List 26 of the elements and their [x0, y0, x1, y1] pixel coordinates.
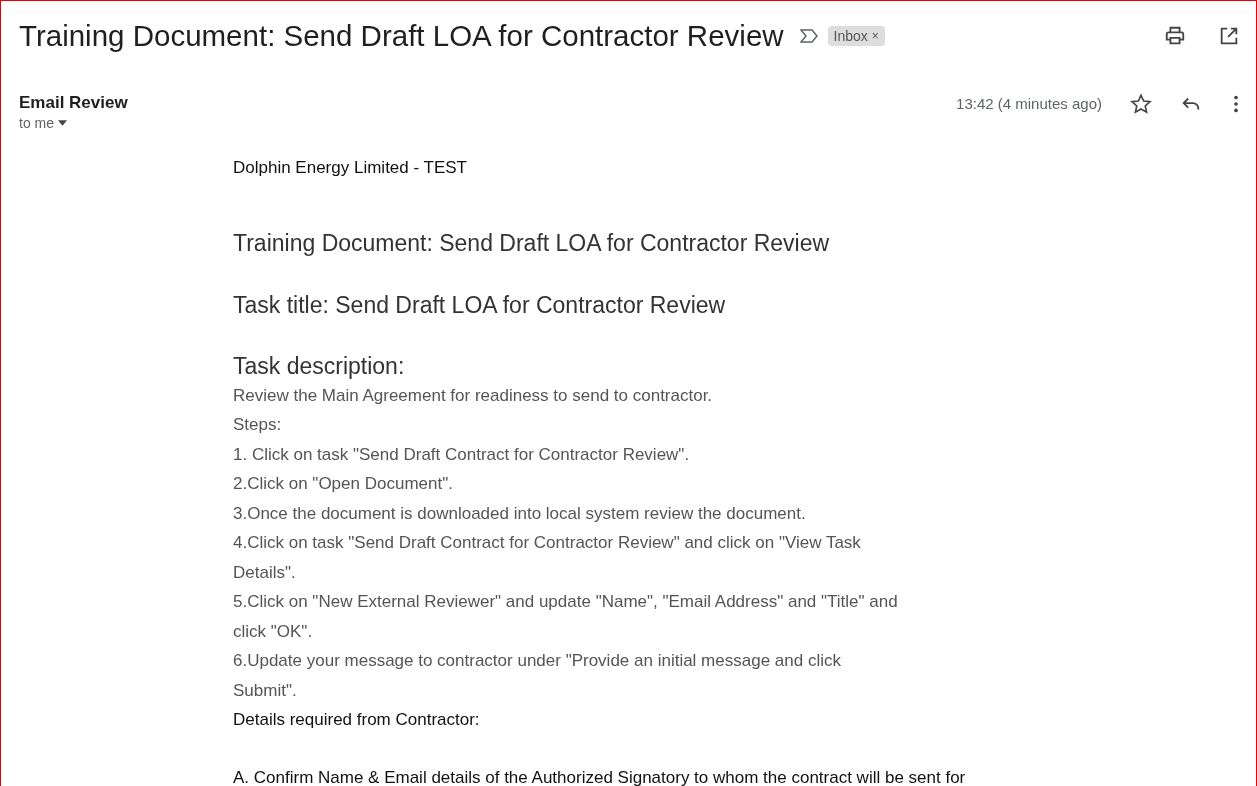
star-icon[interactable] — [1130, 93, 1152, 115]
list-item: A. Confirm Name & Email details of the Authorized Signatory to whom the contract will be sent for — [233, 766, 966, 786]
body-heading: Task description: — [233, 351, 406, 381]
email-subject: Training Document: Send Draft LOA for Contractor Review — [19, 19, 784, 53]
inbox-label[interactable]: Inbox × — [827, 26, 885, 46]
print-icon[interactable] — [1164, 25, 1186, 47]
body-text: Review the Main Agreement for readiness to send to contractor. — [233, 384, 714, 407]
body-text: 1. Click on task "Send Draft Contract for Contractor Review". — [233, 443, 691, 466]
message-time: 13:42 (4 minutes ago) — [956, 95, 1102, 112]
body-heading: Task title: Send Draft LOA for Contractor Review — [233, 290, 727, 320]
section-label: Details required from Contractor: — [233, 709, 481, 731]
remove-label-button[interactable]: × — [871, 29, 879, 43]
open-in-new-window-icon[interactable] — [1218, 25, 1240, 47]
company-name: Dolphin Energy Limited - TEST — [233, 157, 468, 179]
caret-icon[interactable] — [58, 120, 67, 126]
body-text: 3.Once the document is downloaded into local system review the document. — [233, 502, 807, 525]
body-heading: Training Document: Send Draft LOA for Contractor Review — [233, 228, 831, 258]
body-text: 4.Click on task "Send Draft Contract for Contractor Review" and click on "View Task Details". — [233, 532, 862, 584]
body-text: 6.Update your message to contractor under "Provide an initial message and click Submit". — [233, 650, 842, 702]
body-text: 5.Click on "New External Reviewer" and update "Name", "Email Address" and "Title" and click "OK". — [233, 591, 899, 643]
more-options-icon[interactable] — [1232, 93, 1240, 115]
sender-name: Email Review — [19, 93, 128, 113]
recipient-dropdown[interactable]: to me — [19, 115, 128, 131]
body-text: 2.Click on "Open Document". — [233, 473, 454, 495]
body-text: Steps: — [233, 414, 283, 436]
importance-marker-icon[interactable] — [799, 29, 818, 43]
